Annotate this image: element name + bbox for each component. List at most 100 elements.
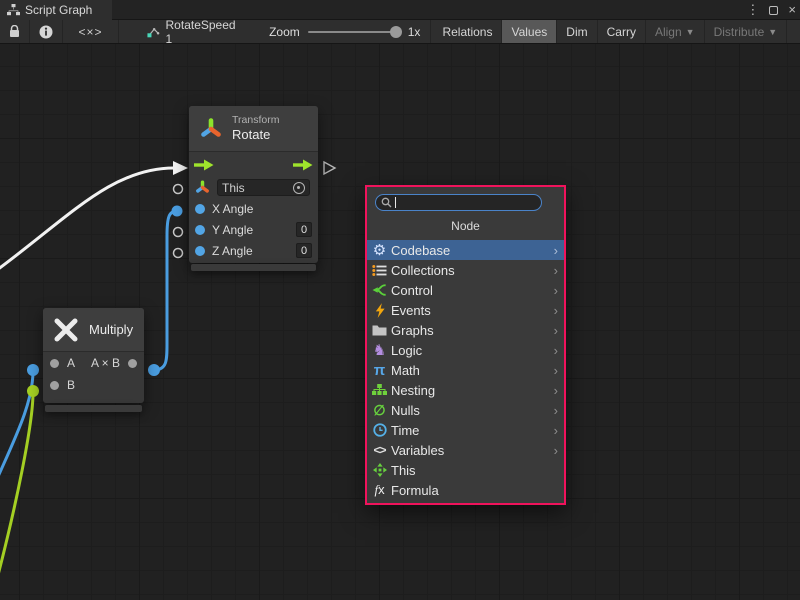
menu-item-events[interactable]: Events› <box>367 300 564 320</box>
popup-header: Node <box>367 219 564 237</box>
toolbar-right-group: RelationsValuesDimCarryAlign▼Distribute▼… <box>433 20 800 43</box>
wire-into-a[interactable] <box>0 371 33 479</box>
transform-axes-icon <box>199 117 223 141</box>
menu-item-label: Nulls <box>391 403 551 418</box>
output-port[interactable] <box>128 359 137 368</box>
tab-label: Script Graph <box>25 3 92 17</box>
this-object-field[interactable]: This <box>217 179 310 196</box>
chevron-right-icon: › <box>554 324 558 337</box>
flow-input-arrow[interactable] <box>173 161 188 175</box>
b-port-endpoint[interactable] <box>27 385 39 397</box>
this-port-circle[interactable] <box>174 185 183 194</box>
menu-item-label: Formula <box>391 483 558 498</box>
dim-button[interactable]: Dim <box>557 20 597 43</box>
zoom-slider-handle[interactable] <box>390 26 402 38</box>
yangle-port-circle[interactable] <box>174 228 183 237</box>
graph-toolbar: <×> RotateSpeed 1 Zoom 1x RelationsValue… <box>0 20 800 44</box>
kebab-menu-icon[interactable]: ⋮ <box>746 0 759 20</box>
distribute-button[interactable]: Distribute▼ <box>705 20 788 43</box>
input-b-label: B <box>67 378 75 392</box>
menu-item-logic[interactable]: ♞Logic› <box>367 340 564 360</box>
angle-brackets-icon: <> <box>371 442 388 458</box>
menu-item-time[interactable]: Time› <box>367 420 564 440</box>
menu-item-label: Math <box>391 363 551 378</box>
menu-item-label: Variables <box>391 443 551 458</box>
flow-wire[interactable] <box>0 168 174 270</box>
search-field[interactable] <box>375 194 542 211</box>
maximize-icon[interactable] <box>769 6 778 15</box>
y-angle-value-field[interactable]: 0 <box>296 222 312 237</box>
move-icon <box>371 462 388 478</box>
menu-item-variables[interactable]: <>Variables› <box>367 440 564 460</box>
align-button[interactable]: Align▼ <box>646 20 705 43</box>
chevron-right-icon: › <box>554 404 558 417</box>
menu-item-nesting[interactable]: Nesting› <box>367 380 564 400</box>
toolbar-left-group: <×> <box>0 20 119 43</box>
z-angle-value-field[interactable]: 0 <box>296 243 312 258</box>
flow-port-row <box>189 152 318 177</box>
button-label: Distribute <box>714 25 765 39</box>
relations-button[interactable]: Relations <box>433 20 502 43</box>
gear-icon: ⚙ <box>371 242 388 258</box>
button-label: Carry <box>607 25 636 39</box>
zangle-port-circle[interactable] <box>174 249 183 258</box>
menu-item-this[interactable]: This <box>367 460 564 480</box>
object-picker-icon[interactable] <box>293 182 305 194</box>
multiply-node[interactable]: Multiply A A × B B <box>43 308 144 403</box>
chevron-right-icon: › <box>554 304 558 317</box>
input-b-port[interactable] <box>50 381 59 390</box>
tab-script-graph[interactable]: Script Graph <box>0 0 112 20</box>
close-icon[interactable]: × <box>788 0 796 20</box>
output-label: A × B <box>83 356 120 370</box>
menu-item-graphs[interactable]: Graphs› <box>367 320 564 340</box>
dropdown-arrow-icon: ▼ <box>768 27 777 37</box>
xangle-port-endpoint[interactable] <box>172 206 183 217</box>
code-view-button[interactable]: <×> <box>63 20 119 43</box>
values-button[interactable]: Values <box>502 20 557 43</box>
chevron-right-icon: › <box>554 424 558 437</box>
button-label: Dim <box>566 25 587 39</box>
menu-item-collections[interactable]: Collections› <box>367 260 564 280</box>
a-port-endpoint[interactable] <box>27 364 39 376</box>
branch-icon <box>371 282 388 298</box>
graph-reference-label: RotateSpeed 1 <box>166 18 238 46</box>
menu-item-math[interactable]: πMath› <box>367 360 564 380</box>
pi-icon: π <box>371 362 388 378</box>
y-angle-port[interactable] <box>195 225 205 235</box>
flow-out-arrow-icon[interactable] <box>293 159 313 171</box>
output-port-endpoint[interactable] <box>148 364 160 376</box>
node-category: Transform <box>232 114 279 127</box>
grid-icon <box>371 382 388 398</box>
zoom-slider[interactable] <box>308 31 400 33</box>
multiply-to-xangle-wire[interactable] <box>154 211 177 370</box>
menu-item-label: This <box>391 463 558 478</box>
menu-item-label: Graphs <box>391 323 551 338</box>
port-label: Z Angle <box>212 244 287 258</box>
wire-into-b[interactable] <box>0 393 33 579</box>
toolbar-gap <box>787 20 800 43</box>
lock-button[interactable] <box>0 20 30 43</box>
flow-in-arrow-icon[interactable] <box>194 159 214 171</box>
info-button[interactable] <box>30 20 63 43</box>
knight-icon: ♞ <box>371 342 388 358</box>
transform-rotate-node[interactable]: Transform Rotate <box>189 106 318 263</box>
menu-item-control[interactable]: Control› <box>367 280 564 300</box>
node-title: Rotate <box>232 127 279 143</box>
button-label: Relations <box>442 25 492 39</box>
port-label: X Angle <box>212 202 312 216</box>
z-angle-port[interactable] <box>195 246 205 256</box>
flow-output-triangle[interactable] <box>324 162 335 174</box>
input-a-port[interactable] <box>50 359 59 368</box>
menu-item-nulls[interactable]: ∅Nulls› <box>367 400 564 420</box>
x-angle-port[interactable] <box>195 204 205 214</box>
menu-item-formula[interactable]: fxFormula <box>367 480 564 500</box>
menu-item-codebase[interactable]: ⚙Codebase› <box>367 240 564 260</box>
menu-item-label: Codebase <box>391 243 551 258</box>
title-bar: Script Graph ⋮ × <box>0 0 800 20</box>
graph-reference[interactable]: RotateSpeed 1 <box>135 20 249 43</box>
carry-button[interactable]: Carry <box>598 20 646 43</box>
node-category-menu: ⚙Codebase›Collections›Control›Events›Gra… <box>367 240 564 500</box>
multiply-row-b: B <box>43 374 144 396</box>
graph-canvas[interactable]: Transform Rotate <box>0 44 800 600</box>
text-caret <box>395 197 396 208</box>
